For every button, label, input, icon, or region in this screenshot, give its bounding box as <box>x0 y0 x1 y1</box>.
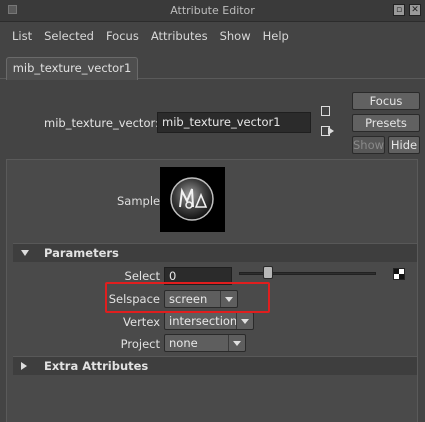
menu-list[interactable]: List <box>6 29 38 43</box>
output-connections-icon[interactable] <box>321 124 335 138</box>
parameters-section-header[interactable]: Parameters <box>13 243 417 262</box>
menu-attributes[interactable]: Attributes <box>145 29 214 43</box>
extra-attributes-section-label: Extra Attributes <box>44 359 149 373</box>
focus-button[interactable]: Focus <box>352 92 420 110</box>
menu-selected[interactable]: Selected <box>38 29 100 43</box>
window-titlebar: Attribute Editor ▫ ✕ <box>0 0 425 22</box>
select-label: Select <box>124 269 160 283</box>
presets-button[interactable]: Presets <box>352 114 420 132</box>
extra-attributes-section-header[interactable]: Extra Attributes <box>13 356 417 375</box>
maya-logo-icon <box>170 177 214 221</box>
hide-button[interactable]: Hide <box>388 136 420 154</box>
vertex-value: intersection <box>169 314 238 328</box>
project-dropdown[interactable]: none <box>164 334 246 352</box>
menu-bar: List Selected Focus Attributes Show Help <box>0 22 425 50</box>
arrow-right-icon <box>328 127 334 135</box>
sample-label: Sample <box>117 194 161 208</box>
menu-focus[interactable]: Focus <box>100 29 145 43</box>
input-connections-icon[interactable] <box>321 104 335 118</box>
sample-swatch[interactable] <box>160 167 225 232</box>
square-icon <box>321 106 330 116</box>
checker-icon <box>394 269 404 279</box>
tab-mib-texture-vector1[interactable]: mib_texture_vector1 <box>6 57 138 80</box>
parameters-section-label: Parameters <box>44 246 119 260</box>
select-slider-thumb[interactable] <box>263 266 274 279</box>
project-value: none <box>169 336 198 350</box>
chevron-down-icon <box>228 335 245 351</box>
menu-help[interactable]: Help <box>257 29 295 43</box>
menu-show[interactable]: Show <box>214 29 257 43</box>
highlight-annotation <box>105 282 270 313</box>
map-texture-button[interactable] <box>393 268 405 280</box>
window-controls: ▫ ✕ <box>393 4 421 16</box>
show-button[interactable]: Show <box>352 136 385 154</box>
node-type-label: mib_texture_vector: <box>44 116 159 130</box>
select-slider-track[interactable] <box>239 272 376 275</box>
chevron-down-icon <box>236 313 253 329</box>
caret-down-icon <box>21 250 29 256</box>
node-tab-strip: mib_texture_vector1 <box>0 57 425 80</box>
vertex-dropdown[interactable]: intersection <box>164 312 254 330</box>
caret-right-icon <box>21 362 27 370</box>
project-label: Project <box>120 337 160 351</box>
window-title: Attribute Editor <box>170 4 255 17</box>
vertex-label: Vertex <box>123 315 160 329</box>
minimize-icon[interactable]: ▫ <box>393 4 405 16</box>
node-name-field[interactable]: mib_texture_vector1 <box>157 112 311 133</box>
close-icon[interactable]: ✕ <box>409 4 421 16</box>
